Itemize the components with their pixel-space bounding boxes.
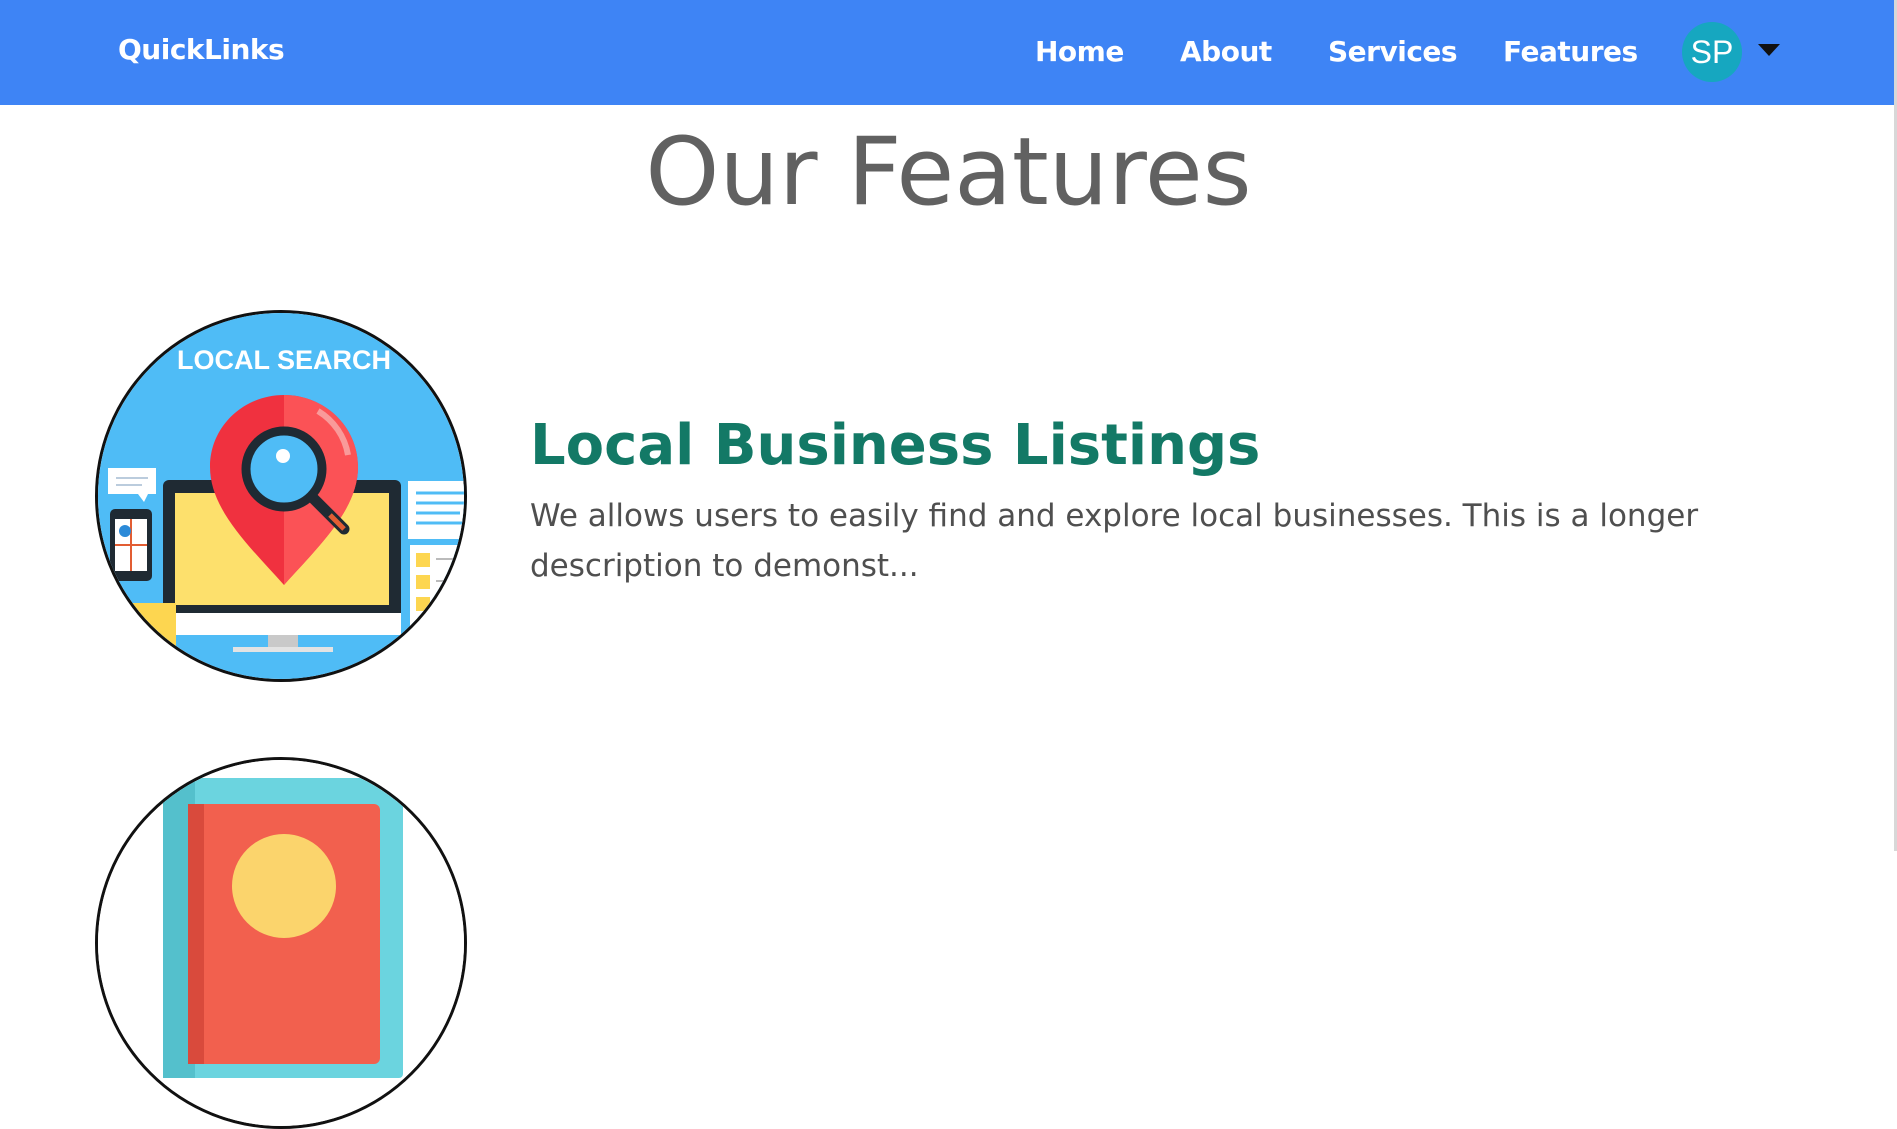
nav-link-features[interactable]: Features bbox=[1503, 35, 1638, 68]
local-search-icon: LOCAL SEARCH bbox=[98, 313, 464, 679]
feature-image bbox=[95, 757, 467, 1129]
feature-title: Local Business Listings bbox=[530, 413, 1261, 478]
brand-logo-link[interactable]: QuickLinks bbox=[118, 33, 285, 66]
page-title: Our Features bbox=[645, 118, 1252, 227]
nav-link-about[interactable]: About bbox=[1180, 35, 1272, 68]
feature-description: We allows users to easily find and explo… bbox=[530, 498, 1699, 584]
top-navbar: QuickLinks Home About Services Features … bbox=[0, 0, 1897, 105]
feature-illustration-icon bbox=[98, 760, 464, 1126]
local-search-image: LOCAL SEARCH bbox=[95, 310, 467, 682]
nav-link-services[interactable]: Services bbox=[1328, 35, 1458, 68]
nav-link-home[interactable]: Home bbox=[1035, 35, 1124, 68]
user-avatar[interactable]: SP bbox=[1682, 22, 1742, 82]
chevron-down-icon[interactable] bbox=[1758, 44, 1780, 56]
image-label: LOCAL SEARCH bbox=[177, 345, 391, 375]
